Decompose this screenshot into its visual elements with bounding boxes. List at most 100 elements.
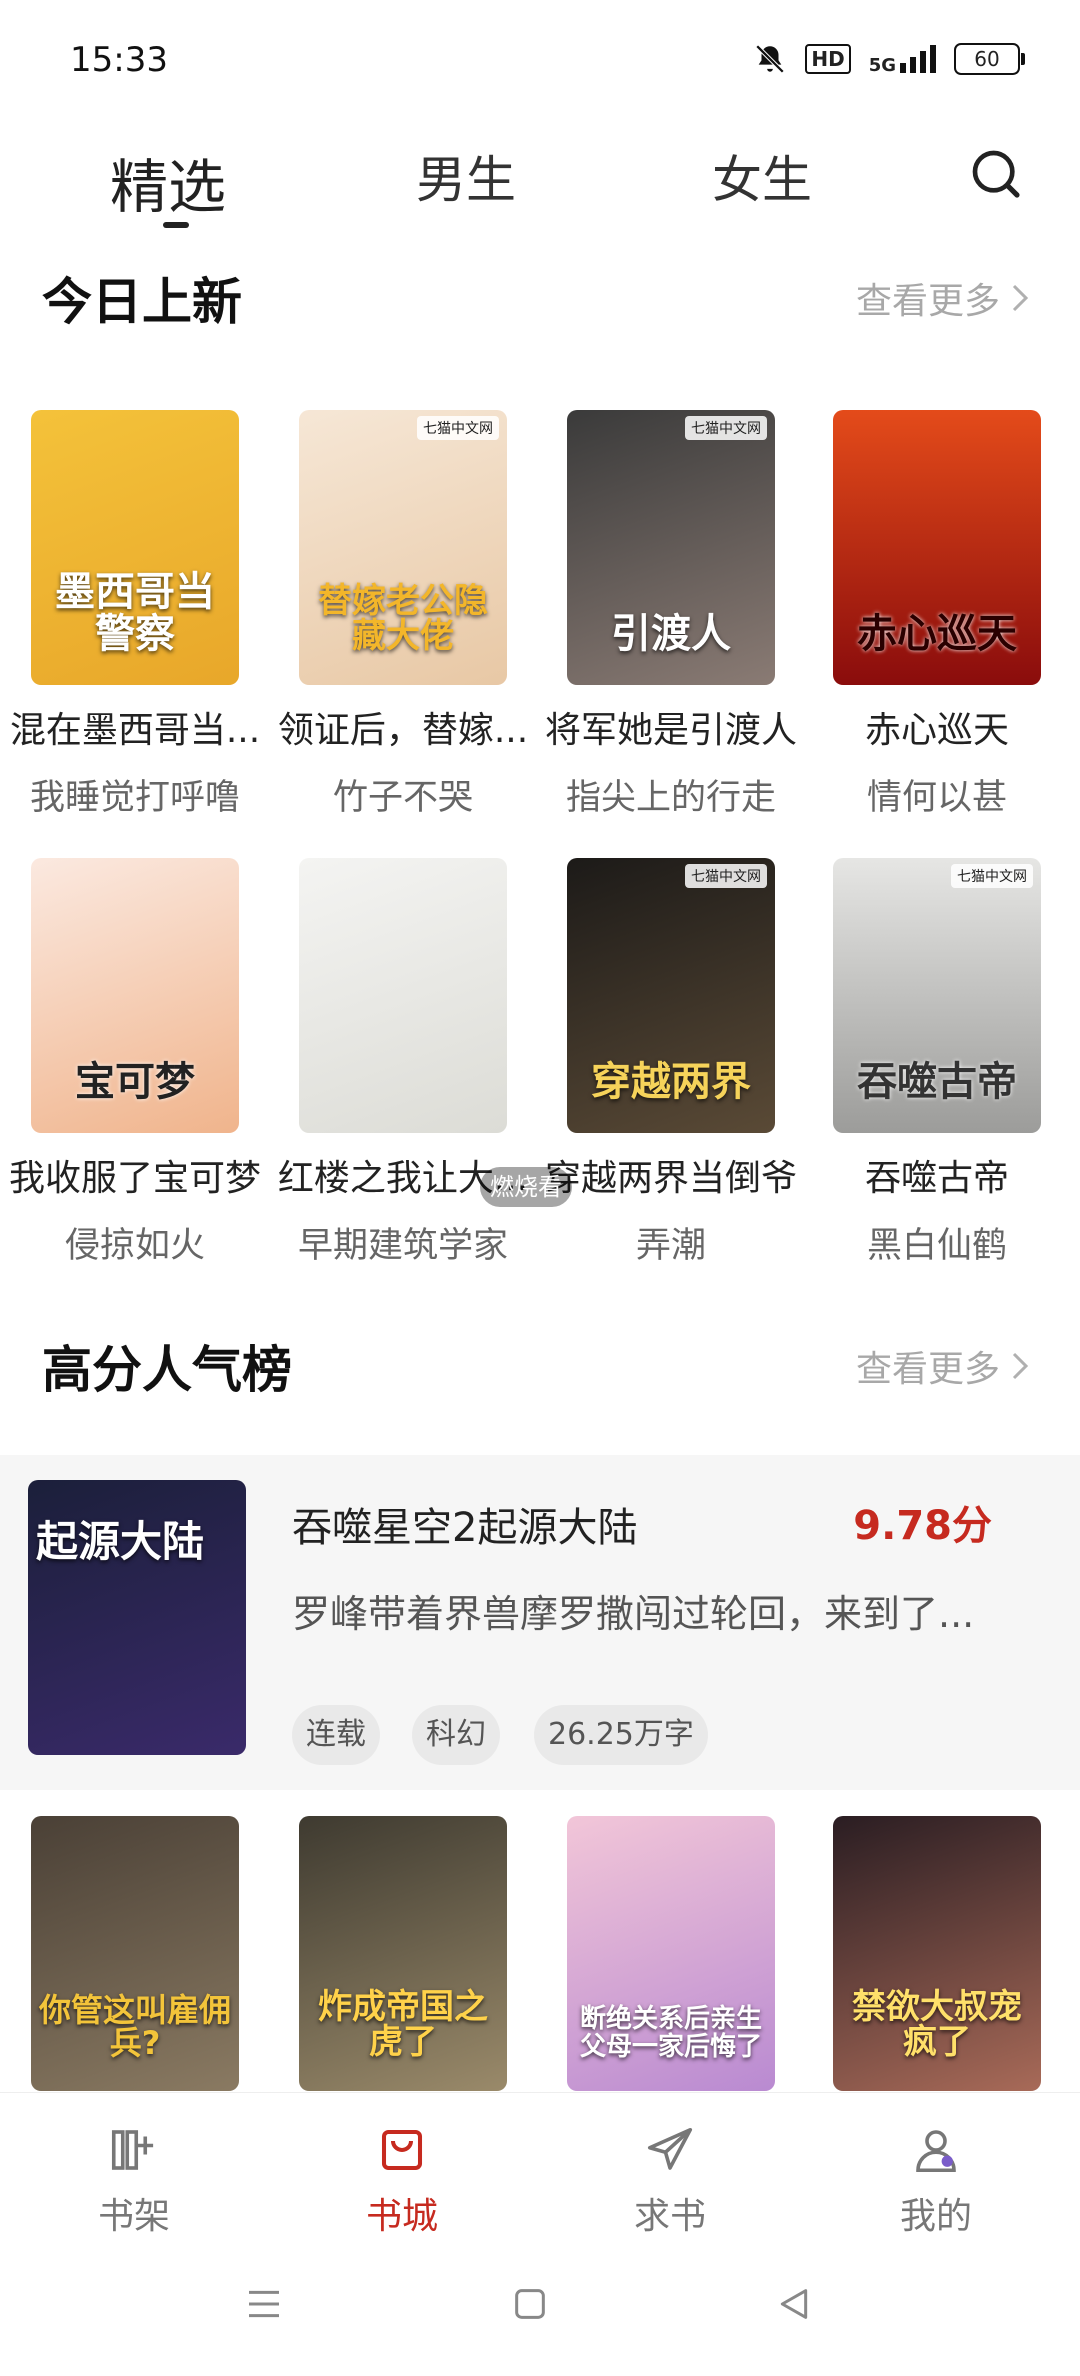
view-more-label: 查看更多 <box>856 281 1001 322</box>
bottom-nav: 书架 书城 求书 我的 <box>0 2092 1080 2243</box>
nav-label: 我的 <box>899 2196 972 2237</box>
view-more-popular[interactable]: 查看更多 <box>856 1340 1030 1392</box>
tag-chip: 连载 <box>292 1705 380 1765</box>
book-item[interactable]: 宝可梦 我收服了宝可梦 侵掠如火 <box>0 858 270 1268</box>
book-author: 我睡觉打呼噜 <box>29 778 240 818</box>
cover-title: 墨西哥当警察 <box>55 569 215 657</box>
book-author: 侵掠如火 <box>64 1226 205 1266</box>
nav-bookshelf[interactable]: 书架 <box>34 2123 234 2239</box>
featured-description: 罗峰带着界兽摩罗撒闯过轮回，来到了... <box>292 1592 975 1636</box>
book-author: 情何以甚 <box>866 778 1007 818</box>
tab-female[interactable]: 女生 <box>712 140 812 212</box>
active-tab-indicator <box>163 222 189 228</box>
book-cover: 起源大陆 <box>28 1480 246 1755</box>
view-more-label: 查看更多 <box>856 1349 1001 1390</box>
cover-badge: 七猫中文网 <box>417 416 499 440</box>
nav-bookstore[interactable]: 书城 <box>302 2123 502 2239</box>
cover-title: 炸成帝国之虎了 <box>318 1986 488 2063</box>
section-title-new-today: 今日上新 <box>42 273 242 331</box>
bookshelf-icon <box>111 2130 154 2170</box>
featured-title: 吞噬星空2起源大陆 <box>292 1505 638 1551</box>
system-nav-bar <box>0 2242 1080 2376</box>
status-bar: 15:33 HD 5G 60 <box>0 0 1080 120</box>
book-cover: 炸成帝国之虎了 <box>299 1816 507 2091</box>
book-item[interactable]: 墨西哥当警察 混在墨西哥当... 我睡觉打呼噜 <box>0 410 270 820</box>
section-title-popular: 高分人气榜 <box>42 1341 292 1399</box>
featured-book-card[interactable]: 起源大陆 吞噬星空2起源大陆 9.78分 罗峰带着界兽摩罗撒闯过轮回，来到了..… <box>0 1455 1080 1790</box>
book-cover: 宝可梦 <box>31 858 239 1133</box>
book-item[interactable]: 炸成帝国之虎了 <box>268 1816 538 2091</box>
book-cover: 七猫中文网 穿越两界 <box>567 858 775 1133</box>
cover-title: 吞噬古帝 <box>857 1059 1017 1105</box>
cover-badge: 七猫中文网 <box>685 864 767 888</box>
back-icon[interactable] <box>774 2284 814 2324</box>
book-author: 黑白仙鹤 <box>866 1226 1007 1266</box>
book-cover: 墨西哥当警察 <box>31 410 239 685</box>
chevron-right-icon <box>1012 284 1029 312</box>
book-item[interactable]: 七猫中文网 替嫁老公隐藏大佬 领证后，替嫁... 竹子不哭 <box>268 410 538 820</box>
menu-icon[interactable] <box>244 2284 284 2324</box>
book-cover: 你管这叫雇佣兵? <box>31 1816 239 2091</box>
signal-icon: 5G <box>868 45 936 76</box>
book-cover <box>299 858 507 1133</box>
nav-label: 求书 <box>633 2196 706 2237</box>
book-cover: 断绝关系后亲生父母一家后悔了 <box>567 1816 775 2091</box>
top-tabs: 精选 男生 女生 <box>0 130 1080 240</box>
tab-featured[interactable]: 精选 <box>110 140 226 224</box>
cover-title: 宝可梦 <box>75 1059 195 1105</box>
book-author: 竹子不哭 <box>332 778 473 818</box>
cover-title: 你管这叫雇佣兵? <box>39 1990 232 2063</box>
book-title: 吞噬古帝 <box>864 1158 1009 1199</box>
book-cover: 七猫中文网 吞噬古帝 <box>833 858 1041 1133</box>
hd-icon: HD <box>805 44 851 74</box>
nav-label: 书架 <box>97 2196 170 2237</box>
cover-badge: 七猫中文网 <box>951 864 1033 888</box>
nav-label: 书城 <box>365 2196 438 2237</box>
book-author: 早期建筑学家 <box>297 1226 508 1266</box>
cover-title: 起源大陆 <box>36 1517 205 1566</box>
user-icon <box>916 2130 956 2173</box>
status-icons: HD 5G 60 <box>753 42 1025 76</box>
book-cover: 赤心巡天 <box>833 410 1041 685</box>
book-title: 混在墨西哥当... <box>9 710 261 751</box>
book-cover: 七猫中文网 替嫁老公隐藏大佬 <box>299 410 507 685</box>
book-author: 指尖上的行走 <box>565 778 776 818</box>
search-icon[interactable] <box>968 146 1024 202</box>
book-title: 穿越两界当倒爷 <box>544 1158 797 1199</box>
featured-score: 9.78分 <box>853 1503 992 1549</box>
cover-title: 禁欲大叔宠疯了 <box>852 1986 1022 2063</box>
book-item[interactable]: 断绝关系后亲生父母一家后悔了 <box>536 1816 806 2091</box>
tag-chip: 科幻 <box>412 1705 500 1765</box>
watermark: 燃烧看 <box>480 1167 572 1207</box>
book-item[interactable]: 七猫中文网 吞噬古帝 吞噬古帝 黑白仙鹤 <box>802 858 1072 1268</box>
book-cover: 禁欲大叔宠疯了 <box>833 1816 1041 2091</box>
cover-title: 替嫁老公隐藏大佬 <box>318 580 488 657</box>
nav-request[interactable]: 求书 <box>570 2123 770 2239</box>
tag-chip: 26.25万字 <box>534 1705 708 1765</box>
home-icon[interactable] <box>510 2284 550 2324</box>
view-more-new-today[interactable]: 查看更多 <box>856 272 1030 324</box>
mute-bell-icon <box>756 44 785 74</box>
book-item[interactable]: 七猫中文网 引渡人 将军她是引渡人 指尖上的行走 <box>536 410 806 820</box>
book-item[interactable]: 禁欲大叔宠疯了 <box>802 1816 1072 2091</box>
book-item[interactable]: 赤心巡天 赤心巡天 情何以甚 <box>802 410 1072 820</box>
book-item[interactable]: 七猫中文网 穿越两界 穿越两界当倒爷 弄潮 <box>536 858 806 1268</box>
shopping-bag-icon <box>381 2129 423 2171</box>
book-author: 弄潮 <box>635 1226 706 1266</box>
chevron-right-icon <box>1012 1352 1029 1380</box>
battery-level: 60 <box>974 47 1000 71</box>
paper-plane-icon <box>647 2127 693 2170</box>
book-title: 将军她是引渡人 <box>544 710 797 751</box>
cover-badge: 七猫中文网 <box>685 416 767 440</box>
status-time: 15:33 <box>70 40 168 80</box>
book-title: 领证后，替嫁... <box>277 710 529 751</box>
battery-icon: 60 <box>954 43 1025 75</box>
book-item[interactable]: 你管这叫雇佣兵? <box>0 1816 270 2091</box>
cover-title: 引渡人 <box>611 611 731 657</box>
tab-male[interactable]: 男生 <box>416 140 516 212</box>
book-cover: 七猫中文网 引渡人 <box>567 410 775 685</box>
cover-title: 穿越两界 <box>591 1059 751 1105</box>
cover-title: 断绝关系后亲生父母一家后悔了 <box>579 2004 762 2062</box>
network-type: 5G <box>868 55 896 76</box>
nav-profile[interactable]: 我的 <box>836 2123 1036 2239</box>
